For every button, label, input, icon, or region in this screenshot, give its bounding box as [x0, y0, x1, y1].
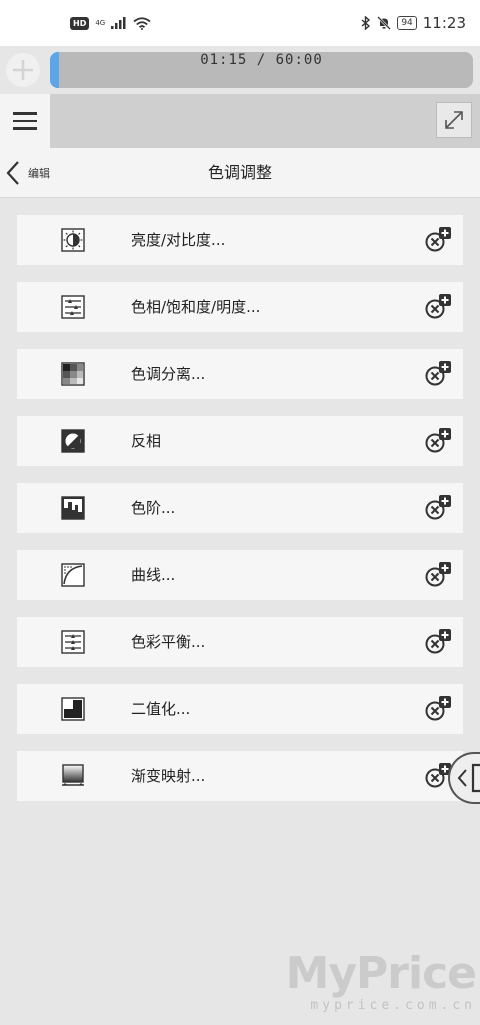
add-favorite-icon[interactable] — [423, 292, 453, 322]
plus-icon — [13, 60, 33, 80]
expand-icon — [445, 111, 463, 129]
bluetooth-icon — [361, 16, 371, 30]
add-favorite-icon[interactable] — [423, 560, 453, 590]
panel-header: 编辑 色调调整 — [0, 148, 480, 198]
list-item-posterize[interactable]: 色调分离... — [17, 349, 463, 399]
wifi-icon — [133, 16, 151, 30]
list-item-brightness-contrast[interactable]: 亮度/对比度... — [17, 215, 463, 265]
list-item-curves[interactable]: 曲线... — [17, 550, 463, 600]
item-label: 二值化... — [131, 700, 191, 718]
back-label: 编辑 — [28, 167, 50, 180]
battery-level: 94 — [397, 16, 417, 30]
add-favorite-icon[interactable] — [423, 627, 453, 657]
curves-icon — [61, 563, 85, 587]
chevron-left-icon — [6, 161, 19, 185]
hue-saturation-icon — [61, 295, 85, 319]
item-label: 色彩平衡... — [131, 633, 206, 651]
item-label: 曲线... — [131, 566, 176, 584]
status-right: 94 11:23 — [361, 14, 466, 32]
hamburger-line — [13, 127, 37, 130]
add-button[interactable] — [6, 53, 40, 87]
add-favorite-icon[interactable] — [423, 493, 453, 523]
status-bar: HD 4G 94 11:23 — [0, 0, 480, 46]
color-balance-icon — [61, 630, 85, 654]
back-button[interactable]: 编辑 — [6, 158, 50, 188]
levels-icon — [61, 496, 85, 520]
hamburger-line — [13, 112, 37, 115]
list-item-gradient-map[interactable]: 渐变映射... — [17, 751, 463, 801]
signal-icon — [111, 17, 126, 29]
expand-button[interactable] — [436, 102, 472, 138]
hamburger-line — [13, 119, 37, 123]
item-label: 色调分离... — [131, 365, 206, 383]
list-item-binarize[interactable]: 二值化... — [17, 684, 463, 734]
panel-title: 色调调整 — [207, 163, 272, 182]
add-favorite-icon[interactable] — [423, 694, 453, 724]
add-favorite-icon[interactable] — [423, 426, 453, 456]
invert-icon — [61, 429, 85, 453]
toolbar — [0, 94, 480, 148]
clock: 11:23 — [422, 14, 466, 32]
binarize-icon — [61, 697, 85, 721]
list-item-levels[interactable]: 色阶... — [17, 483, 463, 533]
posterize-icon — [61, 362, 85, 386]
list-item-color-balance[interactable]: 色彩平衡... — [17, 617, 463, 667]
mute-bell-icon — [377, 16, 392, 30]
status-left: HD 4G — [70, 16, 151, 30]
watermark: MyPrice myprice.com.cn — [285, 948, 477, 1014]
list-item-hue-saturation[interactable]: 色相/饱和度/明度... — [17, 282, 463, 332]
canvas-preview-strip — [50, 94, 480, 148]
watermark-url: myprice.com.cn — [310, 998, 476, 1013]
item-label: 反相 — [131, 432, 162, 450]
item-label: 色阶... — [131, 499, 176, 517]
menu-button[interactable] — [0, 94, 50, 148]
add-favorite-icon[interactable] — [423, 225, 453, 255]
chevron-left-bracket-icon — [457, 763, 480, 793]
item-label: 色相/饱和度/明度... — [131, 298, 261, 316]
watermark-logo: MyPrice — [285, 948, 477, 999]
timer-text: 01:15 / 60:00 — [200, 52, 323, 68]
recording-timer-bar[interactable]: 01:15 / 60:00 — [50, 52, 473, 88]
list-item-invert[interactable]: 反相 — [17, 416, 463, 466]
gradient-map-icon — [62, 764, 84, 786]
network-type: 4G — [95, 18, 106, 27]
brightness-contrast-icon — [61, 228, 85, 252]
item-label: 亮度/对比度... — [131, 231, 226, 249]
recording-row: 01:15 / 60:00 — [0, 46, 480, 94]
item-label: 渐变映射... — [131, 767, 206, 785]
add-favorite-icon[interactable] — [423, 359, 453, 389]
hd-badge: HD — [70, 16, 90, 30]
